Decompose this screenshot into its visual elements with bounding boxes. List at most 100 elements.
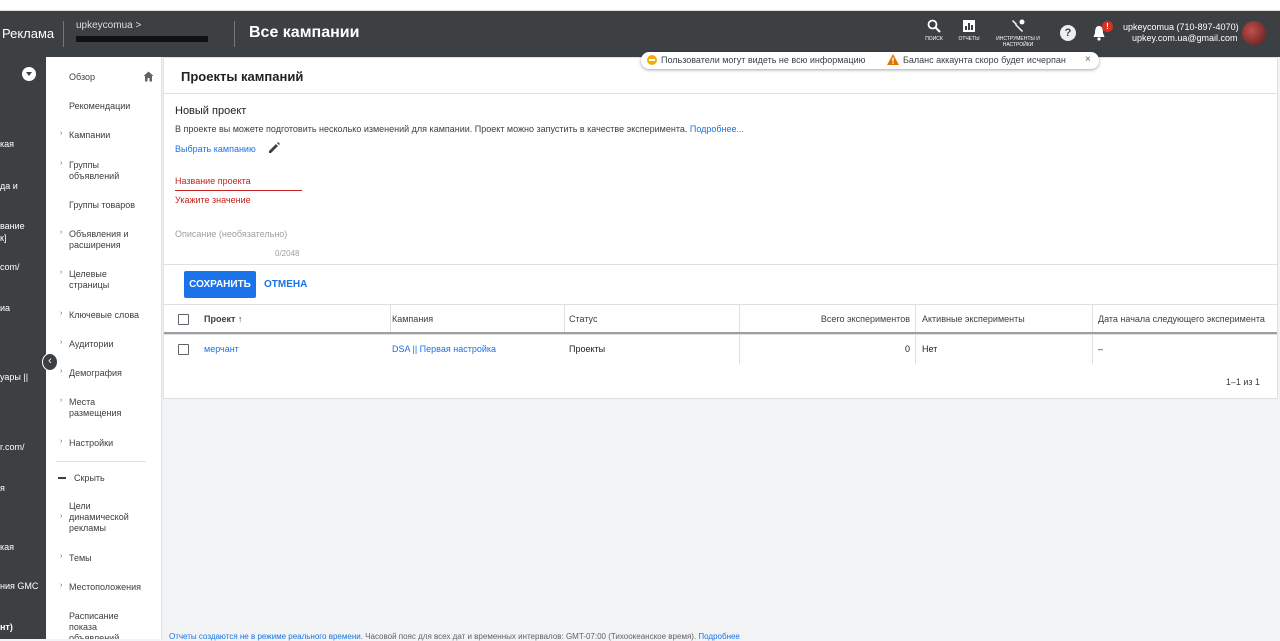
- expand-arrow-icon: ›: [60, 582, 63, 589]
- divider: [1092, 335, 1093, 364]
- rail-item[interactable]: я: [0, 483, 5, 493]
- search-button[interactable]: ПОИСК: [922, 19, 946, 42]
- minus-icon: [58, 477, 66, 479]
- home-icon: [143, 71, 154, 82]
- description-text: В проекте вы можете подготовить нескольк…: [175, 124, 688, 134]
- table-header: Проект ↑ Кампания Статус Всего экспериме…: [164, 304, 1277, 334]
- nav-item-overview[interactable]: Обзор: [69, 72, 149, 83]
- table-row: мерчант DSA || Первая настройка Проекты …: [164, 334, 1277, 364]
- nav-item-placements[interactable]: Места размещения: [69, 397, 149, 419]
- new-project-heading: Новый проект: [175, 105, 247, 117]
- expand-arrow-icon: ›: [60, 160, 63, 167]
- page-title: Все кампании: [249, 24, 360, 41]
- notification-banner: Пользователи могут видеть не всю информа…: [641, 52, 1099, 69]
- side-navigation: Обзор Рекомендации › Кампании › Группы о…: [46, 57, 162, 639]
- campaign-drafts-panel: Проекты кампаний Новый проект В проекте …: [163, 57, 1278, 399]
- nav-item-settings[interactable]: Настройки: [69, 438, 149, 449]
- redacted-account-id: [76, 36, 208, 42]
- nav-item-dynamic-ad-targets[interactable]: Цели динамической рекламы: [69, 501, 149, 534]
- campaign-link[interactable]: DSA || Первая настройка: [392, 335, 496, 364]
- rail-item[interactable]: ния GMC: [0, 581, 38, 591]
- search-label: ПОИСК: [925, 36, 943, 42]
- wrench-icon: [1012, 19, 1025, 32]
- nav-item-demographics[interactable]: Демография: [69, 368, 149, 379]
- divider: [739, 305, 740, 332]
- nav-hide-toggle[interactable]: Скрыть: [74, 473, 154, 484]
- expand-arrow-icon: ›: [60, 397, 63, 404]
- browser-bookmarks-strip: [0, 0, 1280, 11]
- dropdown-icon[interactable]: [22, 67, 36, 81]
- cancel-button[interactable]: ОТМЕНА: [264, 271, 307, 298]
- project-link[interactable]: мерчант: [204, 335, 239, 364]
- rail-item[interactable]: да и: [0, 181, 18, 191]
- nav-item-topics[interactable]: Темы: [69, 553, 149, 564]
- sort-arrow-icon: ↑: [237, 314, 243, 324]
- rail-item[interactable]: com/: [0, 262, 20, 272]
- select-all-checkbox[interactable]: [178, 314, 189, 325]
- nav-item-recommendations[interactable]: Рекомендации: [69, 101, 149, 112]
- nav-item-product-groups[interactable]: Группы товаров: [69, 200, 149, 211]
- column-header-project[interactable]: Проект ↑: [204, 305, 242, 332]
- divider: [564, 305, 565, 332]
- divider: [915, 305, 916, 332]
- rail-item[interactable]: кая: [0, 139, 14, 149]
- footer-timezone-note: Часовой пояс для всех дат и временных ин…: [365, 632, 697, 641]
- avatar[interactable]: [1242, 21, 1266, 45]
- footer-realtime-note: Отчеты создаются не в режиме реального в…: [169, 632, 363, 641]
- column-header-campaign[interactable]: Кампания: [392, 305, 433, 332]
- expand-arrow-icon: ›: [60, 553, 63, 560]
- description-input[interactable]: Описание (необязательно): [175, 229, 287, 239]
- project-name-label[interactable]: Название проекта: [175, 176, 251, 186]
- nav-item-locations[interactable]: Местоположения: [69, 582, 149, 593]
- nav-item-ads-extensions[interactable]: Объявления и расширения: [69, 229, 149, 251]
- nav-item-campaigns[interactable]: Кампании: [69, 130, 149, 141]
- pencil-icon[interactable]: [267, 141, 281, 155]
- row-checkbox[interactable]: [178, 344, 189, 355]
- choose-campaign-link[interactable]: Выбрать кампанию: [175, 144, 256, 154]
- divider: [164, 93, 1277, 94]
- column-header-active-experiments[interactable]: Активные эксперименты: [922, 305, 1025, 332]
- rail-item[interactable]: нт): [0, 622, 13, 632]
- tools-settings-label: ИНСТРУМЕНТЫ И НАСТРОЙКИ: [996, 36, 1040, 48]
- column-header-total-experiments[interactable]: Всего экспериментов: [741, 305, 910, 332]
- rail-item[interactable]: вание: [0, 221, 25, 231]
- expand-arrow-icon: ›: [60, 310, 63, 317]
- help-icon[interactable]: ?: [1060, 25, 1076, 41]
- status-cell: Проекты: [569, 344, 606, 354]
- reports-button[interactable]: ОТЧЕТЫ: [955, 19, 983, 42]
- close-icon[interactable]: ×: [1085, 54, 1091, 65]
- footer-more-link[interactable]: Подробнее: [698, 632, 740, 641]
- expand-arrow-icon: ›: [60, 269, 63, 276]
- rail-item[interactable]: к]: [0, 233, 6, 243]
- nav-item-landing-pages[interactable]: Целевые страницы: [69, 269, 149, 291]
- divider: [390, 305, 391, 332]
- expand-arrow-icon: ›: [60, 438, 63, 445]
- project-name-input[interactable]: [175, 190, 302, 191]
- save-button[interactable]: СОХРАНИТЬ: [184, 271, 256, 298]
- info-minus-icon: [647, 55, 657, 65]
- new-project-description: В проекте вы можете подготовить нескольк…: [175, 124, 744, 134]
- nav-item-ad-groups[interactable]: Группы объявлений: [69, 160, 149, 182]
- chevron-right-icon: >: [135, 20, 142, 31]
- nav-item-ad-schedule[interactable]: Расписание показа объявлений: [69, 611, 149, 639]
- project-name-error: Укажите значение: [175, 195, 251, 205]
- top-bar: Реклама upkeycomua > Все кампании ПОИСК …: [0, 11, 1280, 57]
- divider: [1092, 305, 1093, 332]
- rail-item[interactable]: уары ||: [0, 372, 28, 382]
- column-header-status[interactable]: Статус: [569, 305, 597, 332]
- column-header-next-start-date[interactable]: Дата начала следующего эксперимента: [1098, 305, 1265, 332]
- divider: [739, 335, 740, 364]
- brand-name: Реклама: [2, 26, 55, 41]
- rail-item[interactable]: r.com/: [0, 442, 25, 452]
- divider: [63, 21, 64, 47]
- nav-item-keywords[interactable]: Ключевые слова: [69, 310, 149, 321]
- total-experiments-cell: 0: [904, 344, 910, 354]
- tools-settings-button[interactable]: ИНСТРУМЕНТЫ И НАСТРОЙКИ: [994, 19, 1042, 48]
- nav-item-audiences[interactable]: Аудитории: [69, 339, 149, 350]
- expand-arrow-icon: ›: [60, 339, 63, 346]
- collapse-rail-button[interactable]: ‹: [42, 353, 58, 371]
- more-link[interactable]: Подробнее...: [690, 124, 744, 134]
- next-start-date-cell: –: [1098, 344, 1104, 354]
- rail-item[interactable]: кая: [0, 542, 14, 552]
- rail-item[interactable]: иа: [0, 303, 10, 313]
